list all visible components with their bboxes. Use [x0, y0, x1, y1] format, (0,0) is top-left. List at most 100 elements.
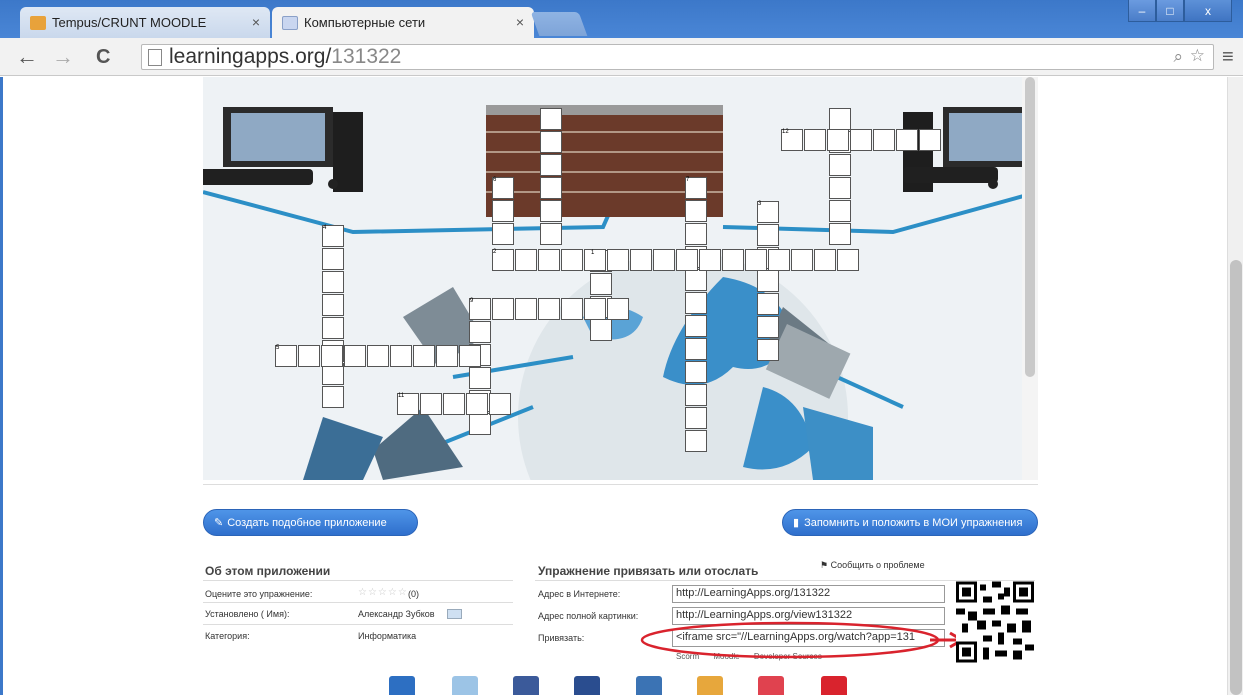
crossword-cell[interactable]: [829, 154, 851, 176]
crossword-cell[interactable]: [321, 345, 343, 367]
crossword-cell[interactable]: [685, 361, 707, 383]
crossword-cell[interactable]: [436, 345, 458, 367]
crossword-cell[interactable]: [540, 108, 562, 130]
crossword-cell[interactable]: [584, 298, 606, 320]
crossword-cell[interactable]: [685, 315, 707, 337]
back-button[interactable]: ←: [16, 44, 38, 70]
crossword-cell[interactable]: [829, 177, 851, 199]
forward-button[interactable]: →: [52, 44, 74, 70]
crossword-cell[interactable]: [469, 413, 491, 435]
vk-share-icon[interactable]: [574, 676, 600, 695]
category-value[interactable]: Информатика: [358, 631, 416, 641]
page-scroll-thumb[interactable]: [1230, 260, 1242, 695]
crossword-cell[interactable]: [757, 339, 779, 361]
crossword-cell[interactable]: [685, 292, 707, 314]
crossword-cell[interactable]: [829, 108, 851, 130]
crossword-cell[interactable]: [699, 249, 721, 271]
tab-close-icon[interactable]: ×: [252, 14, 260, 30]
crossword-cell[interactable]: [322, 271, 344, 293]
crossword-cell[interactable]: [590, 273, 612, 295]
crossword-cell[interactable]: [367, 345, 389, 367]
crossword-cell[interactable]: [492, 223, 514, 245]
crossword-cell[interactable]: [344, 345, 366, 367]
create-similar-button[interactable]: ✎ Создать подобное приложение: [203, 509, 418, 536]
web-address-field[interactable]: http://LearningApps.org/131322: [672, 585, 945, 603]
crossword-cell[interactable]: [814, 249, 836, 271]
crossword-cell[interactable]: [390, 345, 412, 367]
tab-moodle[interactable]: Tempus/CRUNT MOODLE ×: [20, 7, 270, 38]
minimize-button[interactable]: –: [1128, 0, 1156, 22]
crossword-cell[interactable]: [540, 200, 562, 222]
crossword-cell[interactable]: [443, 393, 465, 415]
zoom-icon[interactable]: ⌕: [1173, 47, 1183, 67]
crossword-cell[interactable]: [685, 338, 707, 360]
crossword-cell[interactable]: [540, 223, 562, 245]
mail-icon[interactable]: [447, 609, 462, 619]
crossword-cell[interactable]: [768, 249, 790, 271]
crossword-cell[interactable]: [919, 129, 941, 151]
plus-share-icon[interactable]: [821, 676, 847, 695]
maximize-button[interactable]: □: [1156, 0, 1184, 22]
author-name[interactable]: Александр Зубков: [358, 609, 435, 619]
crossword-cell[interactable]: [540, 154, 562, 176]
crossword-cell[interactable]: [685, 384, 707, 406]
crossword-cell[interactable]: [873, 129, 895, 151]
crossword-cell[interactable]: [685, 407, 707, 429]
bookmark-star-icon[interactable]: ☆: [1190, 46, 1205, 66]
crossword-cell[interactable]: [538, 249, 560, 271]
crossword-cell[interactable]: [584, 249, 606, 271]
crossword-cell[interactable]: [804, 129, 826, 151]
crossword-cell[interactable]: [489, 393, 511, 415]
crossword-cell[interactable]: [538, 298, 560, 320]
crossword-cell[interactable]: [590, 319, 612, 341]
crossword-scrollbar[interactable]: [1022, 77, 1038, 480]
crossword-cell[interactable]: [420, 393, 442, 415]
crossword-cell[interactable]: [757, 316, 779, 338]
crossword-cell[interactable]: [653, 249, 675, 271]
close-window-button[interactable]: x: [1184, 0, 1232, 22]
crossword-cell[interactable]: [791, 249, 813, 271]
crossword-cell[interactable]: [515, 249, 537, 271]
crossword-cell[interactable]: [298, 345, 320, 367]
crossword-cell[interactable]: [469, 367, 491, 389]
facebook-share-icon[interactable]: [513, 676, 539, 695]
crossword-cell[interactable]: [829, 223, 851, 245]
crossword-cell[interactable]: [850, 129, 872, 151]
crossword-cell[interactable]: [676, 249, 698, 271]
crossword-cell[interactable]: [607, 298, 629, 320]
pinterest-share-icon[interactable]: [758, 676, 784, 695]
crossword-cell[interactable]: [469, 321, 491, 343]
crossword-cell[interactable]: [413, 345, 435, 367]
crossword-cell[interactable]: [492, 298, 514, 320]
twitter-share-icon[interactable]: [452, 676, 478, 695]
crossword-cell[interactable]: [459, 345, 481, 367]
report-link[interactable]: ⚑ Сообщить о проблеме: [820, 560, 925, 571]
crossword-cell[interactable]: [757, 224, 779, 246]
crossword-cell[interactable]: [757, 293, 779, 315]
crossword-cell[interactable]: [685, 430, 707, 452]
remember-button[interactable]: ▮ Запомнить и положить в МОИ упражнения: [782, 509, 1038, 536]
reload-button[interactable]: C: [96, 44, 110, 70]
crossword-cell[interactable]: [630, 249, 652, 271]
crossword-cell[interactable]: [540, 177, 562, 199]
google-share-icon[interactable]: [697, 676, 723, 695]
crossword-cell[interactable]: [561, 298, 583, 320]
tab-close-icon[interactable]: ×: [516, 14, 524, 30]
crossword-cell[interactable]: [745, 249, 767, 271]
crossword-cell[interactable]: [685, 269, 707, 291]
rating-stars-icon[interactable]: ☆☆☆☆☆: [358, 587, 408, 598]
crossword-cell[interactable]: [561, 249, 583, 271]
crossword-cell[interactable]: [322, 317, 344, 339]
crossword-cell[interactable]: [322, 294, 344, 316]
crossword-cell[interactable]: [757, 270, 779, 292]
crossword-cell[interactable]: [492, 200, 514, 222]
email-share-icon[interactable]: [389, 676, 415, 695]
crossword-cell[interactable]: [322, 248, 344, 270]
menu-icon[interactable]: ≡: [1222, 44, 1234, 70]
crossword-scroll-thumb[interactable]: [1025, 77, 1035, 377]
crossword-cell[interactable]: [685, 200, 707, 222]
crossword-cell[interactable]: [515, 298, 537, 320]
crossword-cell[interactable]: [466, 393, 488, 415]
delicious-share-icon[interactable]: [636, 676, 662, 695]
crossword-cell[interactable]: [685, 223, 707, 245]
